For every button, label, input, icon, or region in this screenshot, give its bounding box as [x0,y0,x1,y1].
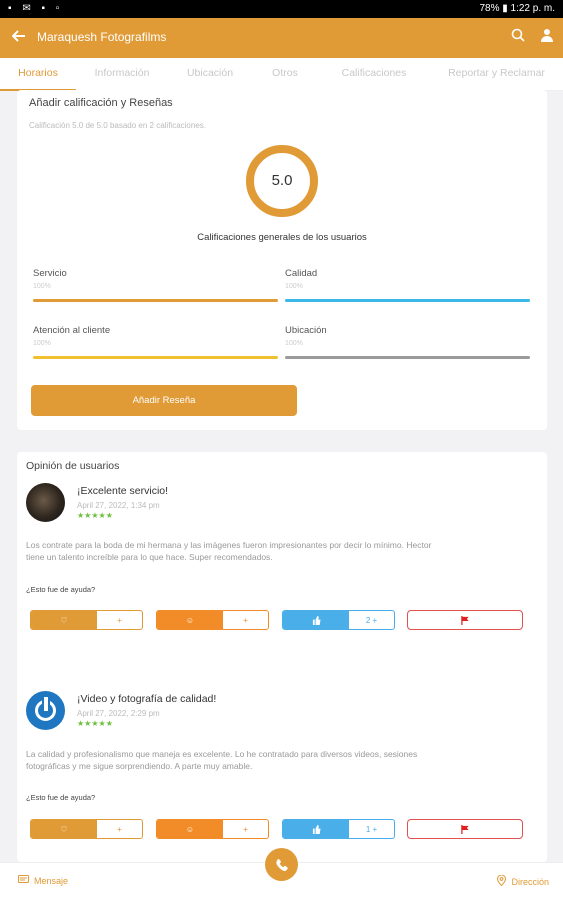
metric-pct-ubicacion: 100% [285,340,303,347]
metric-pct-atencion: 100% [33,340,51,347]
like-count: + [117,825,122,834]
app-bar: Maraquesh Fotografilms [0,18,563,58]
review-text-line2: fotográficas y me sigue sorprendiendo. A… [26,761,253,771]
rating-score: 5.0 [271,172,293,189]
directions-button[interactable]: Dirección [497,874,549,887]
funny-reaction-button[interactable]: ☺ + [156,819,269,839]
helpful-question: ¿Esto fue de ayuda? [26,793,96,802]
directions-label: Dirección [511,877,549,887]
metric-pct-calidad: 100% [285,283,303,290]
rating-score-ring: 5.0 [246,145,318,217]
status-notification-icons: ▪ ✉ ▪ ▫ [8,3,64,14]
funny-reaction-button[interactable]: ☺ + [156,610,269,630]
rating-card: Añadir calificación y Reseñas Calificaci… [17,90,547,430]
back-arrow-icon[interactable] [11,26,26,48]
reviews-title: Opinión de usuarios [26,460,120,472]
review-text-line2: tiene un talento increíble para lo que h… [26,552,273,562]
metric-bar-servicio [33,299,278,302]
user-icon[interactable] [541,28,553,47]
status-time: 78% ▮ 1:22 p. m. [479,3,555,14]
tab-ubicacion[interactable]: Ubicación [168,58,252,91]
review-text-line1: La calidad y profesionalismo que maneja … [26,749,418,759]
thumbs-up-count: 2 + [365,616,378,625]
metric-label-atencion: Atención al cliente [33,325,111,336]
review-title: ¡Excelente servicio! [77,485,169,497]
message-button[interactable]: Mensaje [18,875,68,886]
message-label: Mensaje [34,876,69,886]
metric-bar-calidad [285,299,530,302]
tab-calificaciones[interactable]: Calificaciones [318,58,430,91]
rating-summary: Calificación 5.0 de 5.0 basado en 2 cali… [29,121,206,130]
smile-icon: ☺ [157,820,223,838]
thumbs-up-reaction-button[interactable]: 2 + [282,610,395,630]
avatar [26,483,65,522]
metric-label-calidad: Calidad [285,268,318,279]
metric-bar-ubicacion [285,356,530,359]
heart-icon: ♡ [31,820,97,838]
status-bar: ▪ ✉ ▪ ▫ 78% ▮ 1:22 p. m. [0,0,563,18]
add-review-button[interactable]: Añadir Reseña [31,385,297,416]
review-date: April 27, 2022, 2:29 pm [77,709,160,718]
helpful-question: ¿Esto fue de ayuda? [26,585,96,594]
funny-count: + [243,825,248,834]
review-stars: ★★★★★ [77,719,113,728]
review-title: ¡Video y fotografía de calidad! [77,693,217,705]
funny-count: + [243,616,248,625]
metric-bar-atencion [33,356,278,359]
phone-icon [276,859,288,871]
page-title: Maraquesh Fotografilms [37,30,167,44]
tab-otros[interactable]: Otros [252,58,318,91]
tab-horarios[interactable]: Horarios [0,58,76,91]
smile-icon: ☺ [157,611,223,629]
tab-bar: Horarios Información Ubicación Otros Cal… [0,58,563,91]
review-text-line1: Los contrate para la boda de mi hermana … [26,540,432,550]
flag-icon [408,820,522,838]
thumbs-up-icon [283,611,349,629]
report-review-button[interactable] [407,610,523,630]
metric-label-ubicacion: Ubicación [285,325,327,336]
rating-card-title: Añadir calificación y Reseñas [29,97,173,109]
thumbs-up-count: 1 + [365,825,378,834]
location-pin-icon [497,874,507,887]
heart-icon: ♡ [31,611,97,629]
thumbs-up-icon [283,820,349,838]
tab-informacion[interactable]: Información [76,58,168,91]
metric-pct-servicio: 100% [33,283,51,290]
call-button[interactable] [265,848,298,881]
reviews-card: Opinión de usuarios ¡Excelente servicio!… [17,452,547,862]
search-icon[interactable] [511,28,525,47]
chat-icon [18,875,29,883]
like-count: + [117,616,122,625]
review-stars: ★★★★★ [77,511,113,520]
review-date: April 27, 2022, 1:34 pm [77,501,160,510]
like-reaction-button[interactable]: ♡ + [30,819,143,839]
thumbs-up-reaction-button[interactable]: 1 + [282,819,395,839]
tab-reportar-reclamar[interactable]: Reportar y Reclamar [430,58,563,91]
flag-icon [408,611,522,629]
report-review-button[interactable] [407,819,523,839]
avatar [26,691,65,730]
metric-label-servicio: Servicio [33,268,67,279]
overall-ratings-label: Calificaciones generales de los usuarios [197,232,367,243]
like-reaction-button[interactable]: ♡ + [30,610,143,630]
